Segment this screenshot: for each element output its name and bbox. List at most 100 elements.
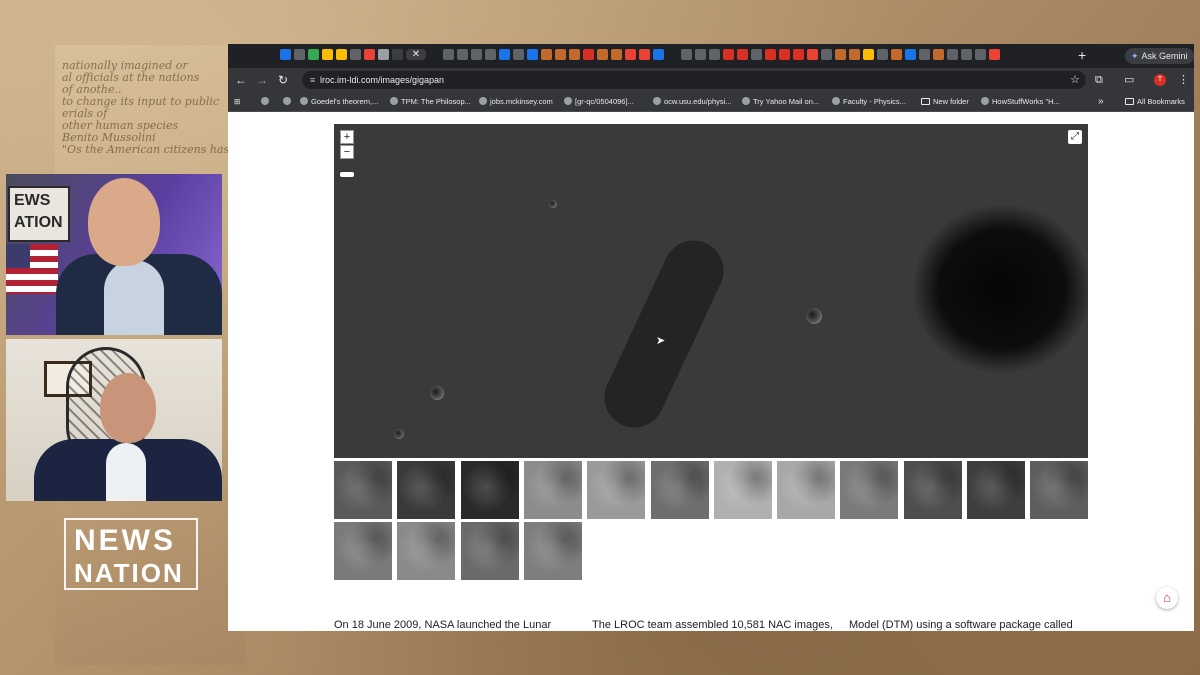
browser-tab-favicon[interactable] — [737, 49, 748, 60]
browser-tab-favicon[interactable] — [583, 49, 594, 60]
browser-tab-favicon[interactable] — [611, 49, 622, 60]
thumbnail-rough-terrain[interactable] — [1030, 461, 1089, 519]
back-button[interactable]: ← — [234, 72, 248, 88]
browser-tab-favicon[interactable] — [695, 49, 706, 60]
thumbnail-bright-crater[interactable] — [713, 461, 772, 519]
browser-tab-favicon[interactable] — [485, 49, 496, 60]
bookmark-arxiv[interactable]: [gr-qc/0504096]... — [564, 96, 634, 108]
browser-tab-favicon[interactable] — [541, 49, 552, 60]
thumbnail-textured-terrain[interactable] — [523, 522, 582, 580]
browser-tab-favicon[interactable] — [378, 49, 389, 60]
browser-tab-favicon[interactable] — [280, 49, 291, 60]
browser-tab-favicon[interactable] — [835, 49, 846, 60]
bookmark-howstuffworks[interactable]: HowStuffWorks "H... — [981, 96, 1060, 108]
bookmark-ocw-usu[interactable]: ocw.usu.edu/physi... — [653, 96, 732, 108]
bookmark-yahoo-mail[interactable]: Try Yahoo Mail on... — [742, 96, 819, 108]
bookmark-new-folder[interactable]: New folder — [921, 96, 969, 108]
browser-tab-favicon[interactable] — [807, 49, 818, 60]
tab-search-icon[interactable]: ▭ — [1124, 73, 1134, 87]
browser-tab-favicon[interactable] — [989, 49, 1000, 60]
browser-tab-favicon[interactable] — [336, 49, 347, 60]
browser-tab-favicon[interactable] — [779, 49, 790, 60]
browser-tab-favicon[interactable] — [765, 49, 776, 60]
browser-tab-favicon[interactable] — [849, 49, 860, 60]
browser-tab-favicon[interactable] — [751, 49, 762, 60]
browser-tab-favicon[interactable] — [933, 49, 944, 60]
thumbnail-bowl-crater[interactable] — [777, 461, 836, 519]
browser-tab-favicon[interactable] — [905, 49, 916, 60]
browser-tab-favicon[interactable] — [364, 49, 375, 60]
address-bar[interactable]: ≡ lroc.im-ldi.com/images/gigapan ☆ — [302, 71, 1086, 89]
browser-tab-favicon[interactable] — [877, 49, 888, 60]
browser-tab-favicon[interactable] — [569, 49, 580, 60]
url-text[interactable]: lroc.im-ldi.com/images/gigapan — [320, 74, 444, 86]
forward-button[interactable]: → — [255, 72, 269, 88]
thumbnail-gray-terrain[interactable] — [650, 461, 709, 519]
menu-icon[interactable]: ⋮ — [1178, 73, 1189, 87]
browser-tab-favicon[interactable] — [429, 49, 440, 60]
browser-tab-favicon[interactable] — [499, 49, 510, 60]
browser-tab-favicon[interactable] — [597, 49, 608, 60]
browser-tab-favicon[interactable] — [555, 49, 566, 60]
pdf-download-icon[interactable]: ⌂ — [1156, 587, 1178, 609]
browser-tab-favicon[interactable] — [653, 49, 664, 60]
zoom-level-bar[interactable] — [340, 172, 354, 177]
thumbnail-dark-slope[interactable] — [460, 461, 519, 519]
bookmark-globe-icon[interactable] — [261, 96, 272, 108]
extensions-icon[interactable]: ⧉ — [1095, 73, 1103, 87]
thumbnail-mottled-terrain[interactable] — [334, 522, 392, 580]
browser-tab-favicon[interactable] — [457, 49, 468, 60]
bookmark-tpm[interactable]: TPM: The Philosop... — [390, 96, 471, 108]
apps-grid-icon[interactable]: ⊞ — [234, 96, 240, 108]
browser-tab-favicon[interactable] — [513, 49, 524, 60]
browser-tab-favicon[interactable] — [443, 49, 454, 60]
browser-tab-favicon[interactable] — [294, 49, 305, 60]
browser-tab-favicon[interactable] — [471, 49, 482, 60]
gigapan-viewer[interactable]: + − ⤢ ➤ — [334, 124, 1088, 458]
thumbnail-dark-pit[interactable] — [840, 461, 899, 519]
browser-tab-favicon[interactable] — [639, 49, 650, 60]
browser-tab-favicon[interactable] — [793, 49, 804, 60]
bookmark-mckinsey[interactable]: jobs.mckinsey.com — [479, 96, 553, 108]
browser-tab-favicon[interactable] — [322, 49, 333, 60]
reload-button[interactable]: ↻ — [276, 72, 290, 88]
browser-tab-favicon[interactable] — [681, 49, 692, 60]
new-tab-button[interactable]: + — [1078, 47, 1086, 63]
browser-tab-favicon[interactable] — [919, 49, 930, 60]
thumbnail-shadowed-ridge[interactable] — [903, 461, 962, 519]
browser-tab-favicon[interactable] — [891, 49, 902, 60]
site-info-icon[interactable]: ≡ — [310, 74, 320, 86]
thumbnail-small-crater[interactable] — [397, 461, 456, 519]
browser-tab-favicon[interactable] — [947, 49, 958, 60]
thumbnail-flat-terrain[interactable] — [460, 522, 519, 580]
thumbnail-smooth-plain[interactable] — [523, 461, 582, 519]
thumbnail-light-plain[interactable] — [587, 461, 646, 519]
browser-tab-favicon[interactable] — [961, 49, 972, 60]
browser-tab-favicon[interactable] — [308, 49, 319, 60]
zoom-in-button[interactable]: + — [340, 130, 354, 144]
thumbnail-crater-ring[interactable] — [334, 461, 392, 519]
more-bookmarks-chevron[interactable]: » — [1098, 96, 1104, 108]
bookmark-goedel[interactable]: Goedel's theorem,... — [300, 96, 378, 108]
ask-gemini-button[interactable]: ✦ Ask Gemini — [1125, 48, 1194, 64]
browser-tab-favicon[interactable] — [821, 49, 832, 60]
browser-tab-favicon[interactable] — [863, 49, 874, 60]
active-tab-close-button[interactable]: ✕ — [406, 49, 426, 60]
browser-tab-favicon[interactable] — [625, 49, 636, 60]
bookmark-faculty-physics[interactable]: Faculty - Physics... — [832, 96, 906, 108]
profile-avatar[interactable]: T — [1154, 74, 1166, 86]
all-bookmarks[interactable]: All Bookmarks — [1125, 96, 1185, 108]
thumbnail-dark-terrain[interactable] — [967, 461, 1025, 519]
bookmark-globe-icon[interactable] — [283, 96, 294, 108]
browser-tab-favicon[interactable] — [392, 49, 403, 60]
browser-tab-favicon[interactable] — [350, 49, 361, 60]
browser-tab-favicon[interactable] — [709, 49, 720, 60]
thumbnail-gradient-terrain[interactable] — [397, 522, 456, 580]
fullscreen-button[interactable]: ⤢ — [1068, 130, 1082, 144]
bookmark-star-icon[interactable]: ☆ — [1070, 73, 1080, 87]
browser-tab-favicon[interactable] — [975, 49, 986, 60]
browser-tab-favicon[interactable] — [723, 49, 734, 60]
browser-tab-favicon[interactable] — [527, 49, 538, 60]
browser-tab-favicon[interactable] — [667, 49, 678, 60]
zoom-out-button[interactable]: − — [340, 145, 354, 159]
